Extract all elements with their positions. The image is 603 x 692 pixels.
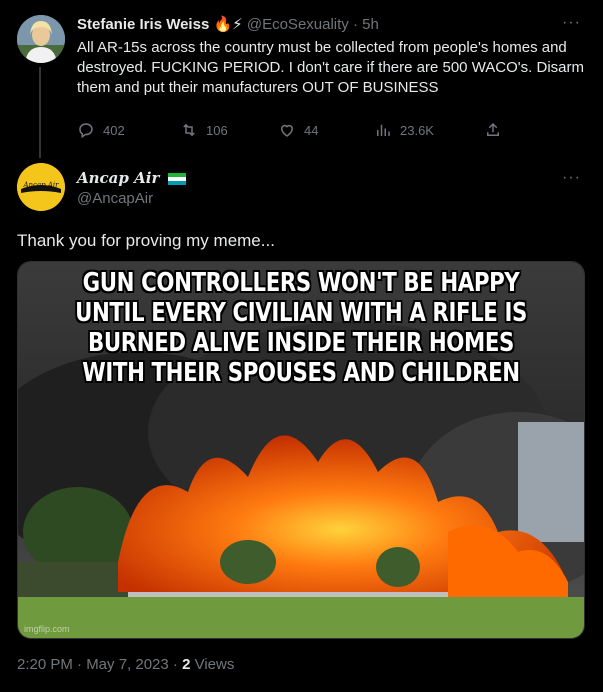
reply-count: 402 bbox=[103, 122, 125, 138]
retweet-count: 106 bbox=[206, 122, 228, 138]
reply-icon bbox=[79, 123, 93, 139]
views-count: 2 bbox=[182, 656, 191, 673]
retweet-icon bbox=[183, 123, 195, 137]
like-count: 44 bbox=[304, 122, 319, 138]
tweet-timestamp[interactable]: 2:20 PM · May 7, 2023 · bbox=[17, 656, 178, 673]
share-button[interactable] bbox=[484, 121, 502, 139]
meme-caption: GUN CONTROLLERS WON'T BE HAPPY UNTIL EVE… bbox=[75, 268, 527, 388]
meme-image[interactable]: GUN CONTROLLERS WON'T BE HAPPY UNTIL EVE… bbox=[17, 261, 585, 639]
tweet-actions: 402 106 44 23.6K bbox=[77, 121, 507, 141]
avatar-photo bbox=[17, 15, 65, 63]
user-handle[interactable]: @AncapAir bbox=[77, 190, 153, 207]
tweet-time[interactable]: · 5h bbox=[353, 16, 379, 33]
avatar-logo: Ancap Air bbox=[17, 163, 65, 211]
display-name[interactable]: Ancap Air bbox=[77, 169, 186, 187]
avatar-logo-text: Ancap Air bbox=[22, 181, 59, 189]
share-icon bbox=[487, 122, 499, 136]
watermark: imgflip.com bbox=[24, 624, 70, 634]
more-options-icon[interactable]: ··· bbox=[562, 169, 581, 187]
display-name[interactable]: Stefanie Iris Weiss bbox=[77, 16, 209, 33]
flag-icon bbox=[167, 173, 186, 185]
tweet-header: Stefanie Iris Weiss 🔥⚡ @EcoSexuality · 5… bbox=[77, 15, 379, 35]
user-handle[interactable]: @EcoSexuality bbox=[247, 16, 349, 33]
tweet-text: Thank you for proving my meme... bbox=[17, 231, 275, 250]
tweet-meta: 2:20 PM · May 7, 2023 · 2 Views bbox=[17, 656, 234, 673]
name-emoji: 🔥⚡ bbox=[213, 16, 243, 33]
tweet-text: All AR-15s across the country must be co… bbox=[77, 39, 584, 96]
views-label: Views bbox=[194, 656, 235, 673]
retweet-button[interactable]: 106 bbox=[180, 121, 228, 139]
reply-button[interactable]: 402 bbox=[77, 121, 125, 139]
heart-icon bbox=[280, 124, 294, 137]
quoted-tweet[interactable]: Stefanie Iris Weiss 🔥⚡ @EcoSexuality · 5… bbox=[0, 0, 603, 160]
user-avatar[interactable]: Ancap Air bbox=[17, 163, 65, 211]
display-name-text: Ancap Air bbox=[77, 169, 160, 187]
user-avatar[interactable] bbox=[17, 15, 65, 63]
like-button[interactable]: 44 bbox=[278, 121, 318, 139]
view-count: 23.6K bbox=[400, 122, 434, 138]
more-options-icon[interactable]: ··· bbox=[562, 14, 581, 32]
views-icon bbox=[377, 124, 390, 136]
views-button[interactable]: 23.6K bbox=[374, 121, 434, 139]
thread-line bbox=[39, 67, 41, 158]
